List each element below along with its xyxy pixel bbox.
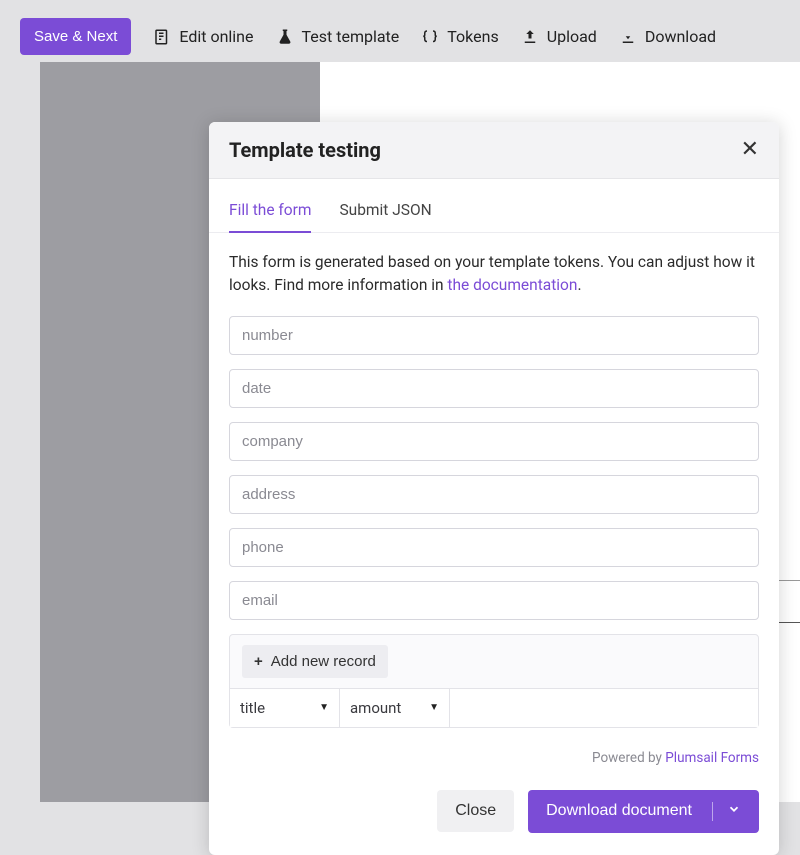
tokens-label: Tokens: [447, 27, 498, 46]
braces-icon: [421, 28, 439, 46]
modal-body: This form is generated based on your tem…: [209, 233, 779, 728]
edit-online-button[interactable]: Edit online: [153, 27, 253, 46]
template-testing-modal: Template testing ✕ Fill the form Submit …: [209, 122, 779, 855]
date-field[interactable]: [229, 369, 759, 408]
powered-by: Powered by Plumsail Forms: [209, 728, 779, 774]
canvas: CUST com addr phor emai AMOU {{pro ucts}…: [20, 62, 800, 808]
modal-header: Template testing ✕: [209, 122, 779, 179]
helper-after: .: [577, 276, 581, 294]
edit-online-icon: [153, 28, 171, 46]
column-amount-label: amount: [350, 699, 401, 717]
number-field[interactable]: [229, 316, 759, 355]
add-record-label: Add new record: [271, 653, 376, 670]
column-amount[interactable]: amount ▼: [340, 688, 450, 727]
column-title[interactable]: title ▼: [230, 688, 340, 727]
download-icon: [619, 28, 637, 46]
test-template-button[interactable]: Test template: [276, 27, 400, 46]
modal-tabs: Fill the form Submit JSON: [209, 191, 779, 233]
download-button[interactable]: Download: [619, 27, 716, 46]
upload-label: Upload: [547, 27, 597, 46]
close-button[interactable]: Close: [437, 790, 514, 832]
modal-title: Template testing: [229, 138, 381, 162]
powered-prefix: Powered by: [592, 750, 665, 766]
plus-icon: +: [254, 653, 263, 670]
upload-icon: [521, 28, 539, 46]
phone-field[interactable]: [229, 528, 759, 567]
email-field[interactable]: [229, 581, 759, 620]
address-field[interactable]: [229, 475, 759, 514]
close-icon[interactable]: ✕: [741, 139, 759, 161]
grid-header-row: title ▼ amount ▼: [230, 688, 758, 727]
documentation-link[interactable]: the documentation: [447, 276, 577, 294]
column-title-label: title: [240, 699, 265, 717]
add-record-button[interactable]: + Add new record: [242, 645, 388, 678]
download-label: Download: [645, 27, 716, 46]
filter-icon[interactable]: ▼: [429, 702, 439, 713]
tab-submit-json[interactable]: Submit JSON: [339, 191, 431, 232]
company-field[interactable]: [229, 422, 759, 461]
column-spacer: [450, 688, 758, 727]
tab-fill-form[interactable]: Fill the form: [229, 191, 311, 233]
helper-text: This form is generated based on your tem…: [229, 251, 759, 298]
records-grid: + Add new record title ▼ amount ▼: [229, 634, 759, 728]
modal-footer: Close Download document: [209, 774, 779, 855]
test-template-label: Test template: [302, 27, 400, 46]
tokens-button[interactable]: Tokens: [421, 27, 498, 46]
top-toolbar: Save & Next Edit online Test template To…: [0, 0, 800, 69]
flask-icon: [276, 28, 294, 46]
chevron-down-icon[interactable]: [712, 802, 741, 821]
plumsail-forms-link[interactable]: Plumsail Forms: [665, 750, 759, 766]
edit-online-label: Edit online: [179, 27, 253, 46]
save-next-button[interactable]: Save & Next: [20, 18, 131, 55]
download-document-label: Download document: [546, 802, 692, 820]
download-document-button[interactable]: Download document: [528, 790, 759, 833]
upload-button[interactable]: Upload: [521, 27, 597, 46]
filter-icon[interactable]: ▼: [319, 702, 329, 713]
